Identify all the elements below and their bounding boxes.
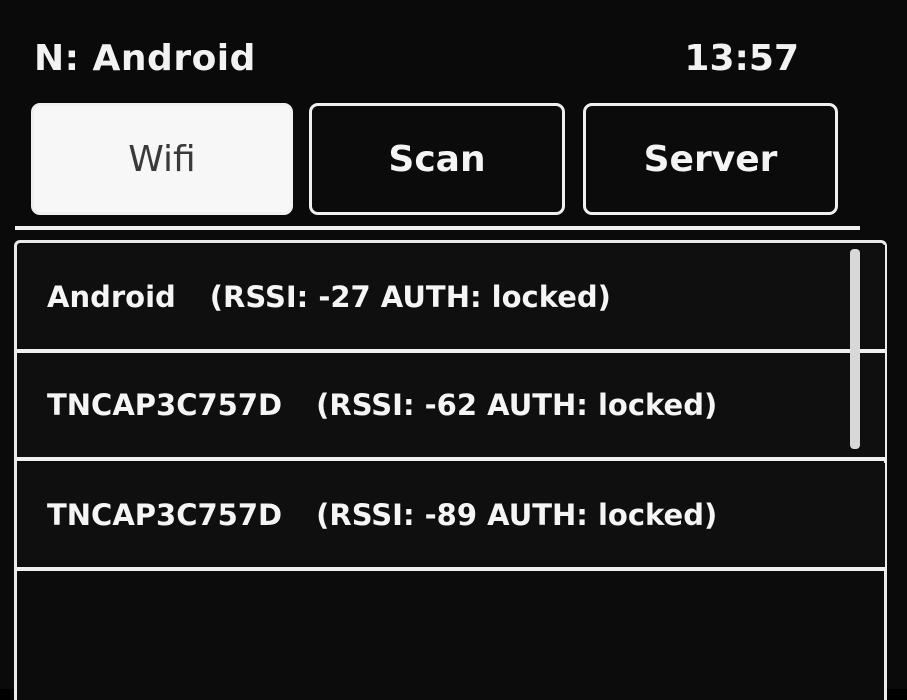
network-ssid: Android [47, 280, 176, 314]
network-list-item[interactable]: TNCAP3C757D (RSSI: -89 AUTH: locked) [17, 463, 885, 571]
network-info: (RSSI: -89 AUTH: locked) [316, 498, 718, 532]
tab-server-label: Server [643, 138, 778, 180]
network-ssid: TNCAP3C757D [47, 498, 283, 532]
network-list[interactable]: Android (RSSI: -27 AUTH: locked) TNCAP3C… [14, 240, 887, 700]
network-info: (RSSI: -62 AUTH: locked) [316, 388, 718, 422]
network-ssid: TNCAP3C757D [47, 388, 283, 422]
device-screen: N: Android 13:57 Wifi Scan Server Androi… [0, 0, 907, 700]
tab-wifi-label: Wifi [128, 138, 196, 180]
tab-server[interactable]: Server [583, 103, 838, 215]
clock: 13:57 [684, 38, 799, 79]
connected-network-label: N: Android [34, 38, 256, 79]
tab-scan-label: Scan [388, 138, 486, 180]
list-scrollbar[interactable] [850, 249, 860, 449]
network-info: (RSSI: -27 AUTH: locked) [209, 280, 611, 314]
tab-scan[interactable]: Scan [309, 103, 565, 215]
network-list-item[interactable]: Android (RSSI: -27 AUTH: locked) [17, 245, 885, 353]
tab-divider [15, 226, 860, 230]
network-list-item[interactable]: TNCAP3C757D (RSSI: -62 AUTH: locked) [17, 353, 885, 461]
tab-wifi[interactable]: Wifi [31, 103, 293, 215]
